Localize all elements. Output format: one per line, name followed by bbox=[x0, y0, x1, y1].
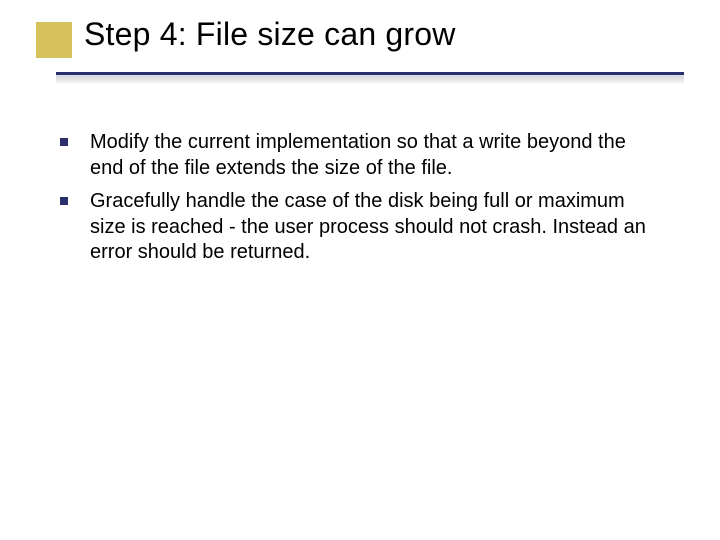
slide: Step 4: File size can grow Modify the cu… bbox=[0, 0, 720, 540]
square-bullet-icon bbox=[60, 197, 68, 205]
divider-shadow-icon bbox=[56, 77, 684, 85]
bullet-text: Modify the current implementation so tha… bbox=[90, 130, 660, 181]
slide-title: Step 4: File size can grow bbox=[84, 16, 456, 53]
bullet-text: Gracefully handle the case of the disk b… bbox=[90, 189, 660, 266]
slide-body: Modify the current implementation so tha… bbox=[60, 130, 660, 274]
slide-header: Step 4: File size can grow bbox=[0, 0, 720, 96]
list-item: Modify the current implementation so tha… bbox=[60, 130, 660, 181]
square-bullet-icon bbox=[60, 138, 68, 146]
accent-square-icon bbox=[36, 22, 72, 58]
list-item: Gracefully handle the case of the disk b… bbox=[60, 189, 660, 266]
